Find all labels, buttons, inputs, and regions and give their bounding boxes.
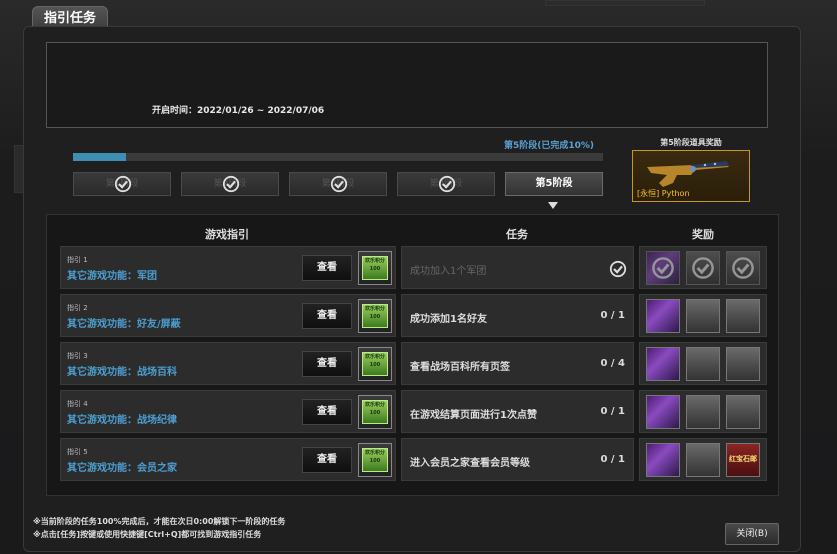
guide-number: 指引 1 — [67, 256, 88, 264]
coupon-text: 欢乐积分 100 — [362, 352, 388, 376]
task-progress-count: 0 / 1 — [600, 310, 625, 321]
open-time-text: 开启时间：2022/01/26 ~ 2022/07/06 — [152, 106, 325, 116]
task-description: 在游戏结算页面进行1次点赞 — [410, 410, 537, 421]
task-complete-check-icon — [609, 260, 627, 282]
guide-name: 其它游戏功能：战场百科 — [67, 367, 177, 378]
task-row: 成功加入1个军团 — [401, 246, 634, 289]
guide-name: 其它游戏功能：军团 — [67, 271, 157, 282]
coupon-text: 欢乐积分 100 — [362, 400, 388, 424]
item-reward-icon[interactable] — [686, 299, 720, 333]
task-description: 成功添加1名好友 — [410, 314, 487, 325]
guide-name: 其它游戏功能：好友/屏蔽 — [67, 319, 181, 330]
stage-button-1[interactable]: 第1阶段 — [73, 172, 171, 196]
reward-item-label: 红宝石邮 — [729, 455, 757, 463]
guide-number: 指引 3 — [67, 352, 88, 360]
stage-button-4[interactable]: 第4阶段 — [397, 172, 495, 196]
guide-name: 其它游戏功能：战场纪律 — [67, 415, 177, 426]
check-icon — [330, 175, 348, 202]
guide-number: 指引 4 — [67, 400, 88, 408]
header-task: 任务 — [506, 228, 528, 241]
stage-label: 第5阶段 — [535, 178, 573, 189]
bg-panel-top-right — [545, 0, 705, 6]
guide-row: 指引 2 其它游戏功能：好友/屏蔽 查看 欢乐积分 100 — [60, 294, 396, 337]
close-button[interactable]: 关闭(B) — [725, 523, 779, 545]
happy-points-coupon-icon[interactable]: 欢乐积分 100 — [358, 299, 392, 333]
item-reward-icon[interactable] — [726, 251, 760, 285]
task-progress-count: 0 / 1 — [600, 454, 625, 465]
rare-weapon-reward-icon[interactable] — [646, 395, 680, 429]
claimed-check-icon — [731, 256, 755, 284]
reward-row — [639, 342, 767, 385]
item-reward-icon[interactable] — [686, 251, 720, 285]
item-reward-icon[interactable] — [686, 347, 720, 381]
task-description: 成功加入1个军团 — [410, 266, 487, 277]
task-description: 进入会员之家查看会员等级 — [410, 458, 530, 469]
guide-row: 指引 1 其它游戏功能：军团 查看 欢乐积分 100 — [60, 246, 396, 289]
task-description: 查看战场百科所有页签 — [410, 362, 510, 373]
guide-row: 指引 3 其它游戏功能：战场百科 查看 欢乐积分 100 — [60, 342, 396, 385]
coupon-text: 欢乐积分 100 — [362, 256, 388, 280]
coupon-text: 欢乐积分 100 — [362, 448, 388, 472]
claimed-check-icon — [651, 256, 675, 284]
check-icon — [222, 175, 240, 202]
view-button[interactable]: 查看 — [302, 399, 352, 425]
item-reward-icon[interactable] — [686, 395, 720, 429]
task-row: 在游戏结算页面进行1次点赞 0 / 1 — [401, 390, 634, 433]
reward-row — [639, 294, 767, 337]
view-button[interactable]: 查看 — [302, 255, 352, 281]
stage-button-3[interactable]: 第3阶段 — [289, 172, 387, 196]
item-reward-icon[interactable] — [726, 299, 760, 333]
reward-row — [639, 246, 767, 289]
view-button[interactable]: 查看 — [302, 351, 352, 377]
rare-weapon-reward-icon[interactable] — [646, 299, 680, 333]
stage-reward-item[interactable]: [永恒] Python — [632, 150, 750, 202]
window-title: 指引任务 — [43, 11, 96, 26]
task-row: 进入会员之家查看会员等级 0 / 1 — [401, 438, 634, 481]
ruby-reward-icon[interactable]: 红宝石邮 — [726, 443, 760, 477]
stage-reward-label: [永恒] Python — [637, 189, 690, 198]
stage-button-2[interactable]: 第2阶段 — [181, 172, 279, 196]
rare-weapon-reward-icon[interactable] — [646, 251, 680, 285]
happy-points-coupon-icon[interactable]: 欢乐积分 100 — [358, 251, 392, 285]
view-button[interactable]: 查看 — [302, 447, 352, 473]
rare-weapon-reward-icon[interactable] — [646, 443, 680, 477]
stage-button-5[interactable]: 第5阶段 — [505, 172, 603, 196]
footer-note-unlock: ※当前阶段的任务100%完成后，才能在次日0:00解锁下一阶段的任务 — [33, 517, 286, 526]
reward-row: 红宝石邮 — [639, 438, 767, 481]
guide-row: 指引 5 其它游戏功能：会员之家 查看 欢乐积分 100 — [60, 438, 396, 481]
item-reward-icon[interactable] — [726, 347, 760, 381]
stage-progress-bar — [73, 153, 603, 161]
revolver-icon — [647, 161, 729, 187]
happy-points-coupon-icon[interactable]: 欢乐积分 100 — [358, 443, 392, 477]
event-info-box: 开启时间：2022/01/26 ~ 2022/07/06 — [46, 42, 768, 128]
rare-weapon-reward-icon[interactable] — [646, 347, 680, 381]
check-icon — [114, 175, 132, 202]
item-reward-icon[interactable] — [686, 443, 720, 477]
footer-note-shortcut: ※点击[任务]按键或使用快捷键[Ctrl+Q]都可找到游戏指引任务 — [33, 530, 262, 539]
view-button[interactable]: 查看 — [302, 303, 352, 329]
header-reward: 奖励 — [692, 228, 714, 241]
stage-pointer-icon — [548, 202, 558, 209]
guide-number: 指引 2 — [67, 304, 88, 312]
claimed-check-icon — [691, 256, 715, 284]
guide-row: 指引 4 其它游戏功能：战场纪律 查看 欢乐积分 100 — [60, 390, 396, 433]
task-progress-count: 0 / 1 — [600, 406, 625, 417]
stage-progress-fill — [73, 153, 126, 161]
task-row: 查看战场百科所有页签 0 / 4 — [401, 342, 634, 385]
happy-points-coupon-icon[interactable]: 欢乐积分 100 — [358, 395, 392, 429]
header-guide: 游戏指引 — [205, 228, 249, 241]
guide-number: 指引 5 — [67, 448, 88, 456]
reward-row — [639, 390, 767, 433]
coupon-text: 欢乐积分 100 — [362, 304, 388, 328]
stage-reward-title: 第5阶段道具奖励 — [660, 138, 722, 147]
task-row: 成功添加1名好友 0 / 1 — [401, 294, 634, 337]
check-icon — [438, 175, 456, 202]
happy-points-coupon-icon[interactable]: 欢乐积分 100 — [358, 347, 392, 381]
guide-name: 其它游戏功能：会员之家 — [67, 463, 177, 474]
task-progress-count: 0 / 4 — [600, 358, 625, 369]
stage-progress-text: 第5阶段(已完成10%) — [504, 141, 595, 151]
item-reward-icon[interactable] — [726, 395, 760, 429]
